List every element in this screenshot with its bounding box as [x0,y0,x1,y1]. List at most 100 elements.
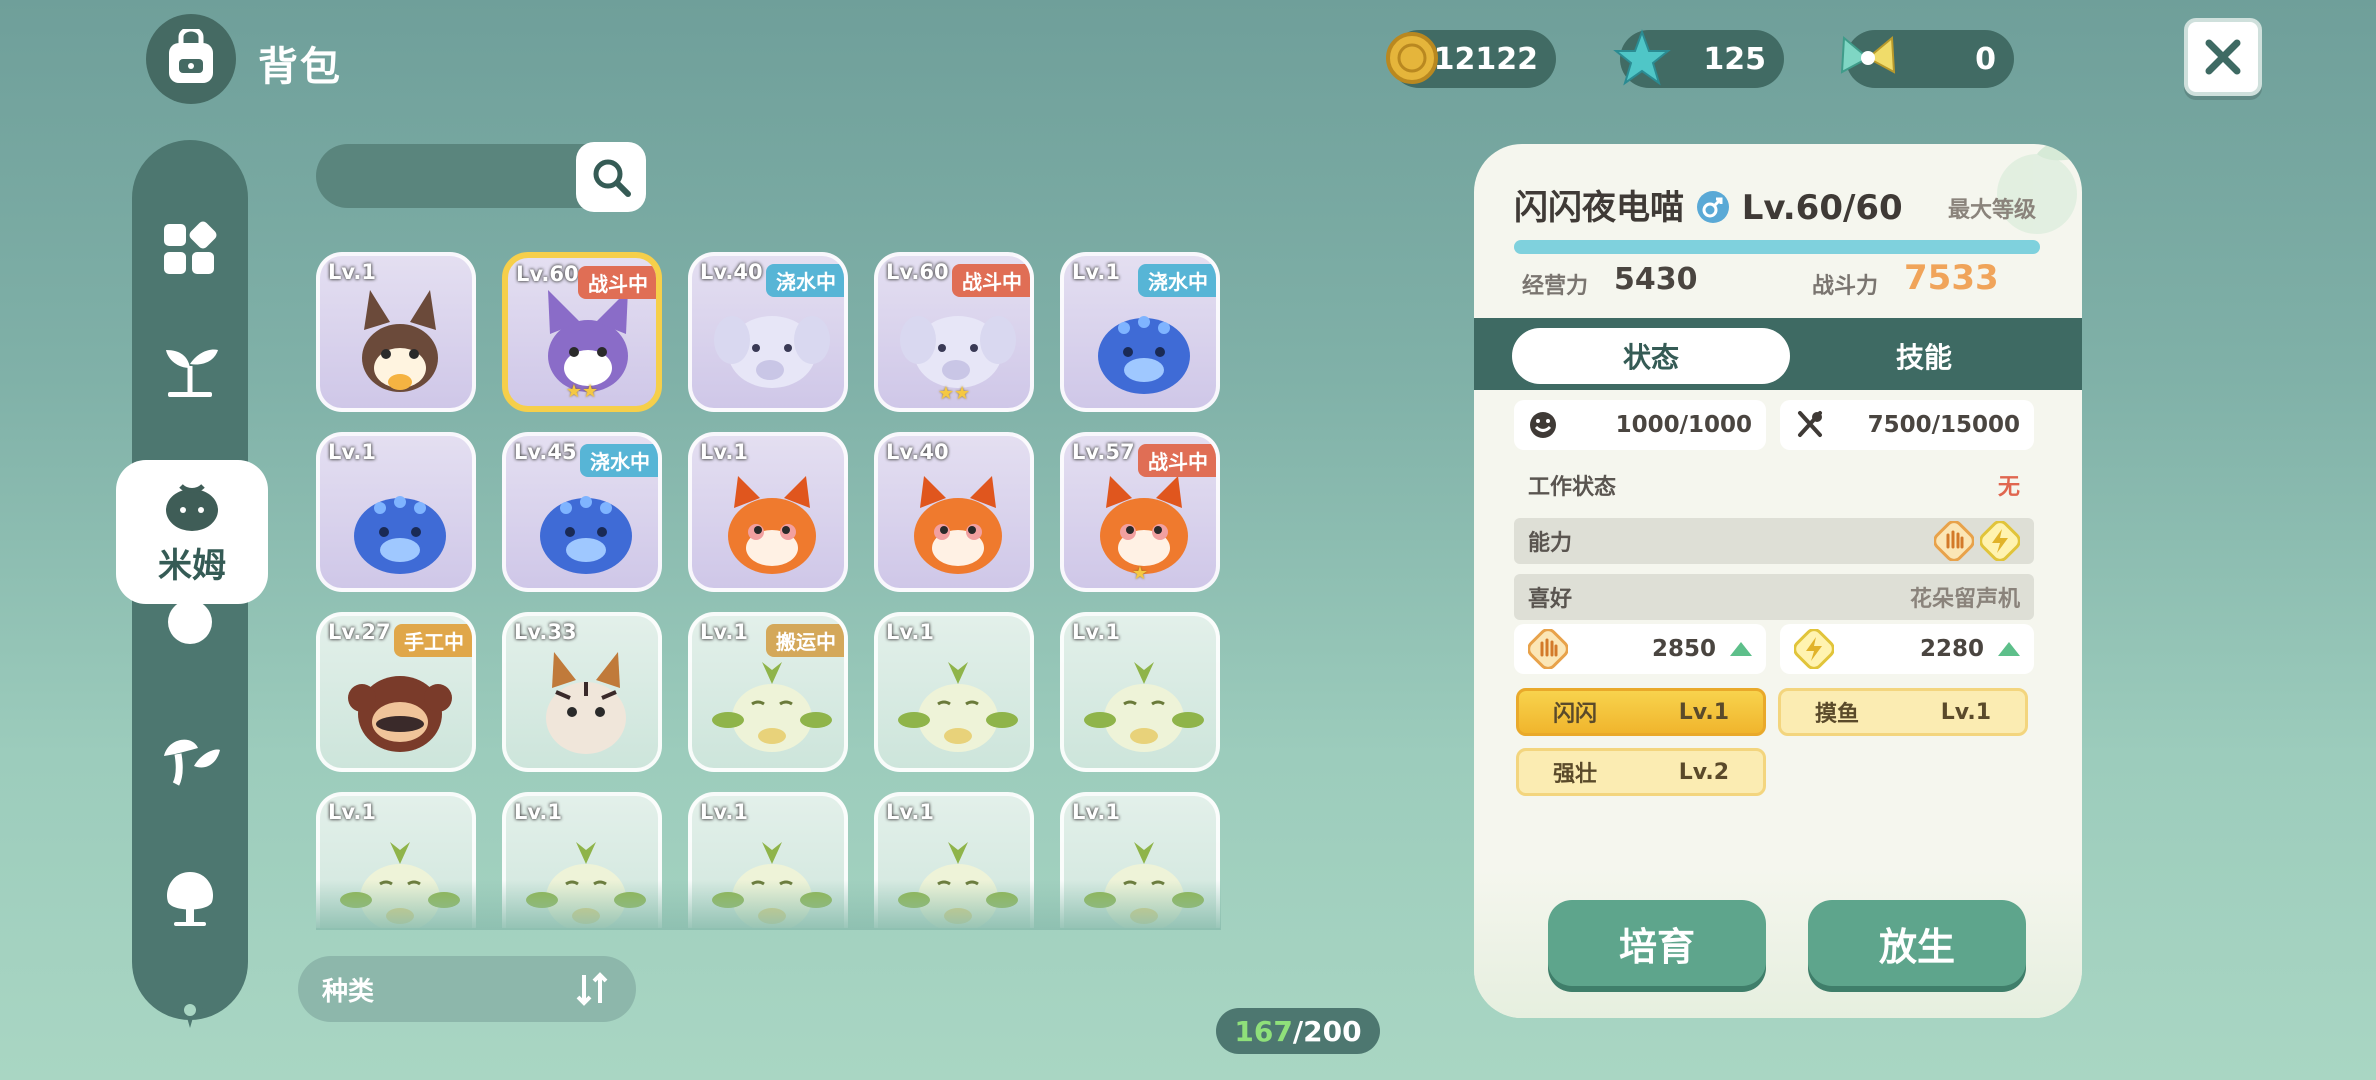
close-button[interactable] [2184,18,2262,96]
creature-card[interactable]: Lv.40 浇水中 [688,252,848,412]
sidebar-item-all[interactable] [132,190,248,306]
capacity-current: 167 [1234,1014,1293,1048]
trait-level: Lv.1 [1940,699,1991,725]
work-status-value: 无 [1997,475,2020,500]
coin-counter: 12122 [1386,30,1556,88]
creature-level-label: Lv.1 [514,800,562,824]
nurture-button[interactable]: 培育 [1548,900,1766,986]
food-box: 7500/15000 [1780,400,2034,450]
detail-tabs: 状态 技能 [1474,318,2082,390]
trait-chip[interactable]: 摸鱼 Lv.1 [1778,688,2028,736]
male-icon [1696,191,1729,223]
sort-button[interactable]: 种类 [298,956,636,1022]
creature-level-label: Lv.1 [700,620,748,644]
sidebar-item-tree[interactable] [132,840,248,956]
creature-card[interactable]: Lv.1 [688,432,848,592]
creature-blob-icon [540,496,632,574]
grid-fade [316,880,1221,930]
gem-counter: 125 [1613,29,1784,88]
creature-elephant-icon [714,316,830,388]
creature-level-label: Lv.60 [886,260,949,284]
trait-chip[interactable]: 强壮 Lv.2 [1516,748,1766,796]
sparkle-icon [172,992,208,1028]
max-level-label: 最大等级 [1947,198,2036,223]
search-button[interactable] [576,142,646,212]
work-status-badge: 浇水中 [580,444,658,477]
creature-level-label: Lv.1 [328,440,376,464]
sidebar-active-label: 米姆 [158,545,226,586]
creature-level-label: Lv.27 [328,620,391,644]
creature-card[interactable]: Lv.1 搬运中 [688,612,848,772]
creature-level: Lv.60/60 [1741,188,1903,228]
capacity-counter: 167/200 [1216,1008,1380,1054]
sort-label: 种类 [322,976,375,1007]
creature-level-label: Lv.1 [328,260,376,284]
creature-card[interactable]: Lv.1 [874,612,1034,772]
creature-level-label: Lv.1 [1072,620,1120,644]
creature-level-label: Lv.1 [1072,800,1120,824]
creature-card[interactable]: Lv.57 战斗中 ★ [1060,432,1220,592]
tab-status[interactable]: 状态 [1512,328,1790,384]
creature-card[interactable]: Lv.27 手工中 [316,612,476,772]
creature-level-label: Lv.1 [1072,260,1120,284]
lightning-icon [1794,629,1834,669]
creature-level-label: Lv.40 [700,260,763,284]
arrow-up-icon [1730,642,1752,656]
creature-card[interactable]: Lv.1 [1060,612,1220,772]
gem-value: 125 [1703,41,1766,77]
lightning-icon [1980,521,2020,561]
ticket-value: 0 [1975,41,1996,77]
management-value: 5430 [1614,262,1698,297]
ticket-counter: 0 [1840,30,2014,88]
coin-icon [1378,24,1446,92]
sort-icon [576,972,608,1006]
combat-label: 战斗力 [1812,274,1879,299]
work-status-badge: 浇水中 [766,264,844,297]
work-stat-lightning-value: 2280 [1919,636,1984,662]
star-gem-icon [1608,24,1676,92]
sidebar-item-mushroom[interactable] [132,700,248,816]
trait-level: Lv.2 [1678,759,1729,785]
hand-icon [1528,629,1568,669]
sidebar-item-mim[interactable]: 米姆 [116,460,268,604]
tab-skills[interactable]: 技能 [1804,328,2044,384]
creature-level-label: Lv.1 [886,620,934,644]
creature-card[interactable]: Lv.45 浇水中 [502,432,662,592]
work-status-row: 工作状态 无 [1514,462,2034,508]
bow-gem-icon [1834,24,1902,92]
work-stat-hand: 2850 [1514,624,1766,674]
coin-value: 12122 [1433,41,1538,77]
ability-label: 能力 [1528,531,1573,556]
preference-value: 花朵留声机 [1909,587,2020,612]
trait-chip[interactable]: 闪闪 Lv.1 [1516,688,1766,736]
trait-name: 强壮 [1553,762,1598,787]
capacity-total: /200 [1292,1014,1362,1048]
grid-icon [164,221,217,274]
utensils-icon [1798,411,1822,437]
release-button[interactable]: 放生 [1808,900,2026,986]
creature-card[interactable]: Lv.33 [502,612,662,772]
creature-card[interactable]: Lv.1 浇水中 [1060,252,1220,412]
mood-box: 1000/1000 [1514,400,1766,450]
star-rating: ★★ [937,383,971,404]
food-value: 7500/15000 [1867,412,2020,438]
creature-card[interactable]: Lv.40 [874,432,1034,592]
creature-card[interactable]: Lv.60 战斗中 ★★ [874,252,1034,412]
sidebar-item-seeds[interactable] [132,310,248,426]
work-status-badge: 手工中 [394,624,472,657]
mood-value: 1000/1000 [1615,412,1752,438]
sprout-icon [166,349,218,397]
search-icon [593,159,631,197]
combat-value: 7533 [1904,258,1999,298]
work-status-badge: 战斗中 [578,266,656,299]
trait-level: Lv.1 [1678,699,1729,725]
creature-sprout-icon [1084,662,1204,752]
creature-sprout-icon [712,662,832,752]
management-label: 经营力 [1522,274,1589,299]
hand-icon [1934,521,1974,561]
creature-level-label: Lv.1 [886,800,934,824]
creature-card[interactable]: Lv.60 战斗中 ★★ [502,252,662,412]
page-title: 背包 [258,44,342,90]
creature-card[interactable]: Lv.1 [316,252,476,412]
creature-card[interactable]: Lv.1 [316,432,476,592]
